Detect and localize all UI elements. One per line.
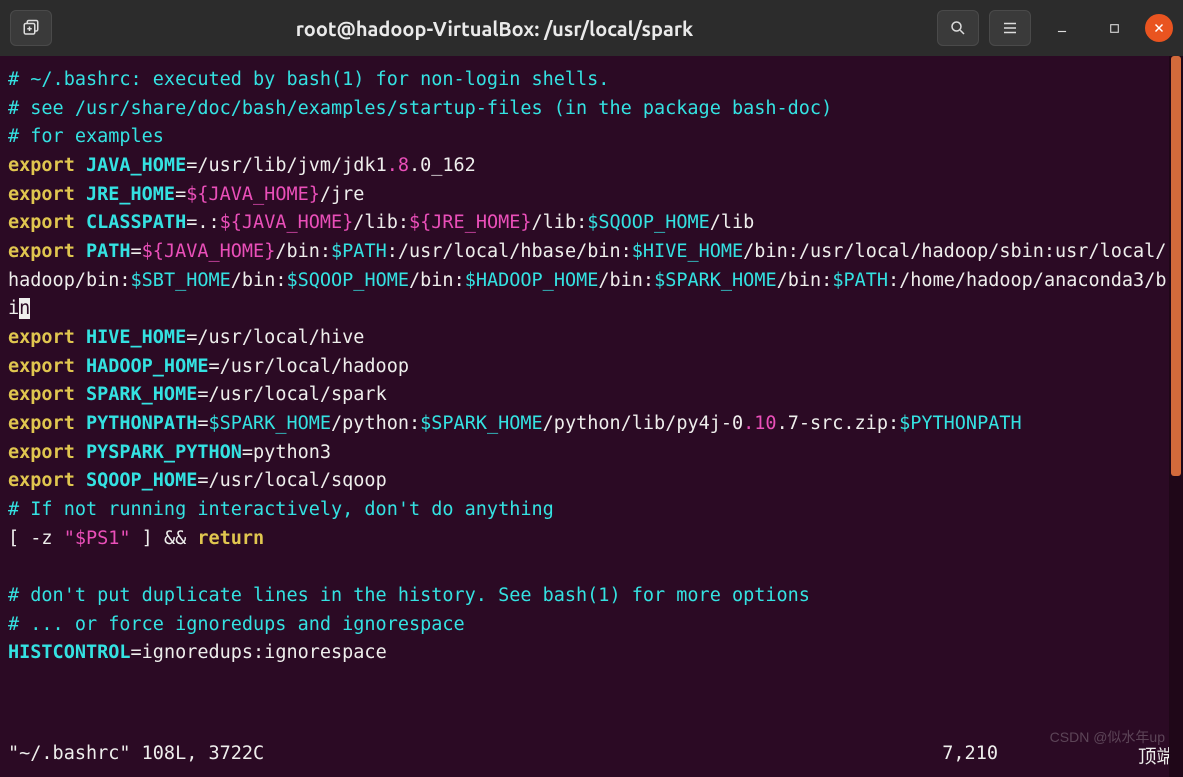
keyword-return: return <box>197 528 264 549</box>
var-sub: ${JAVA_HOME} <box>220 212 354 233</box>
terminal-content[interactable]: # ~/.bashrc: executed by bash(1) for non… <box>0 56 1183 674</box>
search-button[interactable] <box>937 10 979 46</box>
comment-line: # see /usr/share/doc/bash/examples/start… <box>8 98 832 119</box>
text: = <box>197 413 208 434</box>
var-sub: $PATH <box>832 270 888 291</box>
text: /bin: <box>275 241 331 262</box>
text: /lib <box>710 212 755 233</box>
var-name: SPARK_HOME <box>75 384 198 405</box>
number: .10 <box>743 413 776 434</box>
keyword-export: export <box>8 470 75 491</box>
comment-line: # don't put duplicate lines in the histo… <box>8 585 810 606</box>
keyword-export: export <box>8 155 75 176</box>
status-file: "~/.bashrc" 108L, 3722C <box>8 743 264 769</box>
close-icon <box>1152 21 1166 35</box>
minimize-icon <box>1055 21 1069 35</box>
var-sub: ${JRE_HOME} <box>409 212 532 233</box>
text: =.: <box>186 212 219 233</box>
var-sub: $PATH <box>331 241 387 262</box>
text: =/usr/local/hive <box>186 327 364 348</box>
string: "$PS1" <box>64 528 131 549</box>
text: /bin: <box>777 270 833 291</box>
var-name: CLASSPATH <box>75 212 186 233</box>
search-icon <box>949 19 967 37</box>
text: /lib: <box>353 212 409 233</box>
comment-line: # for examples <box>8 126 164 147</box>
hamburger-icon <box>1001 19 1019 37</box>
var-sub: $SPARK_HOME <box>420 413 543 434</box>
keyword-export: export <box>8 184 75 205</box>
keyword-export: export <box>8 212 75 233</box>
var-sub: $HADOOP_HOME <box>465 270 599 291</box>
comment-line: # ... or force ignoredups and ignorespac… <box>8 614 465 635</box>
text: /lib: <box>532 212 588 233</box>
window-title: root@hadoop-VirtualBox: /usr/local/spark <box>62 17 927 40</box>
text: =python3 <box>242 442 331 463</box>
text: .0_162 <box>409 155 476 176</box>
menu-button[interactable] <box>989 10 1031 46</box>
var-sub: $SPARK_HOME <box>209 413 332 434</box>
text: /bin: <box>598 270 654 291</box>
new-tab-button[interactable] <box>10 10 52 46</box>
text: /bin: <box>231 270 287 291</box>
keyword-export: export <box>8 327 75 348</box>
keyword-export: export <box>8 241 75 262</box>
close-button[interactable] <box>1145 14 1173 42</box>
vim-status-line: "~/.bashrc" 108L, 3722C 7,210 顶端 <box>8 743 1175 769</box>
text: /python/lib/py4j-0 <box>543 413 743 434</box>
text: :/usr/local/hbase/bin: <box>387 241 632 262</box>
maximize-icon <box>1108 22 1121 35</box>
var-sub: $SBT_HOME <box>131 270 231 291</box>
var-sub: $SQOOP_HOME <box>286 270 409 291</box>
comment-line: # ~/.bashrc: executed by bash(1) for non… <box>8 69 609 90</box>
var-name: HADOOP_HOME <box>75 356 209 377</box>
text: =/usr/local/spark <box>197 384 386 405</box>
keyword-export: export <box>8 356 75 377</box>
cursor: n <box>19 298 30 319</box>
text: =/usr/local/hadoop <box>208 356 408 377</box>
var-name: SQOOP_HOME <box>75 470 198 491</box>
text: =/usr/lib/jvm/jdk1 <box>186 155 386 176</box>
text: [ -z <box>8 528 64 549</box>
var-name: HISTCONTROL <box>8 642 131 663</box>
var-name: PATH <box>75 241 131 262</box>
text: /jre <box>320 184 365 205</box>
watermark: CSDN @似水年up <box>1050 727 1165 747</box>
comment-line: # If not running interactively, don't do… <box>8 499 554 520</box>
titlebar: root@hadoop-VirtualBox: /usr/local/spark <box>0 0 1183 56</box>
var-sub: $SQOOP_HOME <box>587 212 710 233</box>
var-name: PYSPARK_PYTHON <box>75 442 242 463</box>
var-name: JAVA_HOME <box>75 155 186 176</box>
scrollbar[interactable] <box>1169 56 1183 777</box>
keyword-export: export <box>8 413 75 434</box>
var-sub: $SPARK_HOME <box>654 270 777 291</box>
status-position: 7,210 <box>942 743 998 769</box>
text: /bin: <box>409 270 465 291</box>
var-sub: $HIVE_HOME <box>632 241 743 262</box>
number: .8 <box>387 155 409 176</box>
minimize-button[interactable] <box>1041 10 1083 46</box>
text: /python: <box>331 413 420 434</box>
text: = <box>175 184 186 205</box>
text: ] && <box>131 528 198 549</box>
keyword-export: export <box>8 442 75 463</box>
var-name: JRE_HOME <box>75 184 175 205</box>
scrollbar-thumb[interactable] <box>1171 56 1181 476</box>
maximize-button[interactable] <box>1093 10 1135 46</box>
text: .7-src.zip: <box>777 413 900 434</box>
text: = <box>131 241 142 262</box>
var-sub: ${JAVA_HOME} <box>142 241 276 262</box>
text: =/usr/local/sqoop <box>197 470 386 491</box>
keyword-export: export <box>8 384 75 405</box>
text: =ignoredups:ignorespace <box>131 642 387 663</box>
var-name: PYTHONPATH <box>75 413 198 434</box>
var-name: HIVE_HOME <box>75 327 186 348</box>
var-sub: ${JAVA_HOME} <box>186 184 320 205</box>
var-sub: $PYTHONPATH <box>899 413 1022 434</box>
